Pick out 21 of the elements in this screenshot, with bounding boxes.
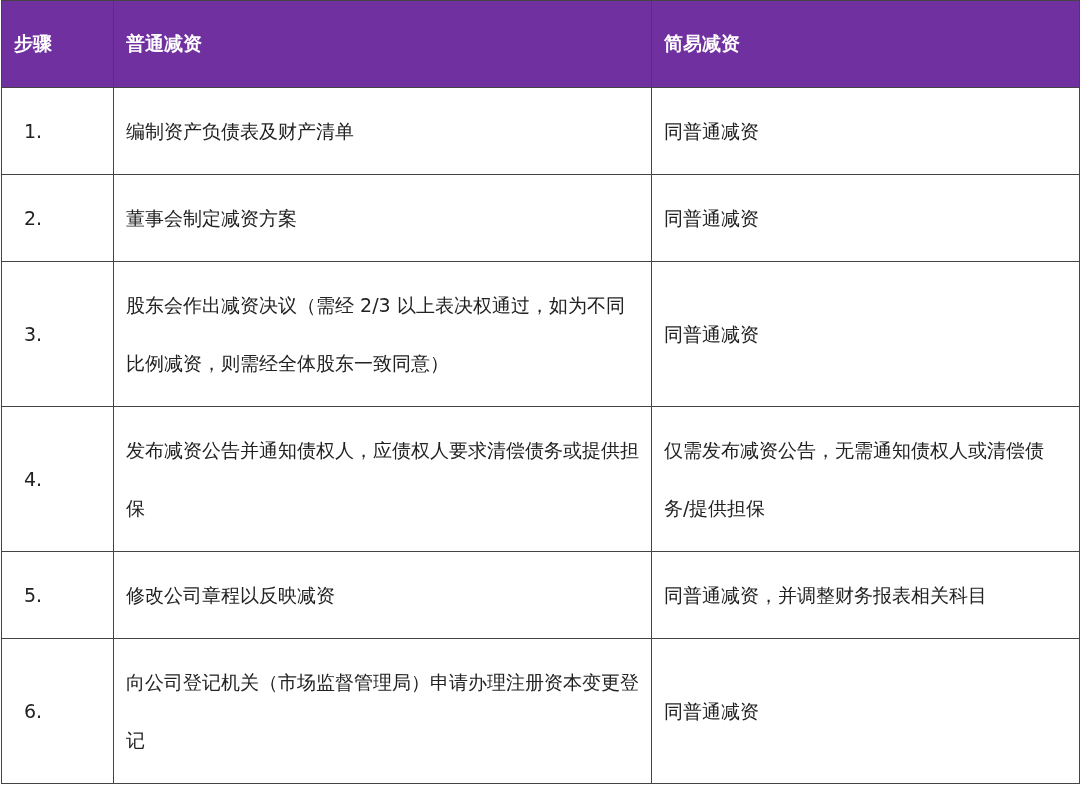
table-cell: 同普通减资，并调整财务报表相关科目 [651, 551, 1080, 639]
table-cell: 向公司登记机关（市场监督管理局）申请办理注册资本变更登记 [113, 638, 652, 784]
table-cell: 1. [1, 87, 114, 175]
table-cell: 同普通减资 [651, 261, 1080, 407]
table-cell: 修改公司章程以反映减资 [113, 551, 652, 639]
table-cell: 3. [1, 261, 114, 407]
table-cell: 发布减资公告并通知债权人，应债权人要求清偿债务或提供担保 [113, 406, 652, 552]
column-header: 普通减资 [113, 0, 652, 88]
table-cell: 5. [1, 551, 114, 639]
table-cell: 同普通减资 [651, 638, 1080, 784]
table-cell: 4. [1, 406, 114, 552]
table-cell: 6. [1, 638, 114, 784]
column-header: 简易减资 [651, 0, 1080, 88]
table-cell: 股东会作出减资决议（需经 2/3 以上表决权通过，如为不同比例减资，则需经全体股东一致同意） [113, 261, 652, 407]
table-cell: 编制资产负债表及财产清单 [113, 87, 652, 175]
table-cell: 同普通减资 [651, 174, 1080, 262]
table-cell: 2. [1, 174, 114, 262]
column-header: 步骤 [1, 0, 114, 88]
table-cell: 仅需发布减资公告，无需通知债权人或清偿债务/提供担保 [651, 406, 1080, 552]
table-cell: 董事会制定减资方案 [113, 174, 652, 262]
table-cell: 同普通减资 [651, 87, 1080, 175]
